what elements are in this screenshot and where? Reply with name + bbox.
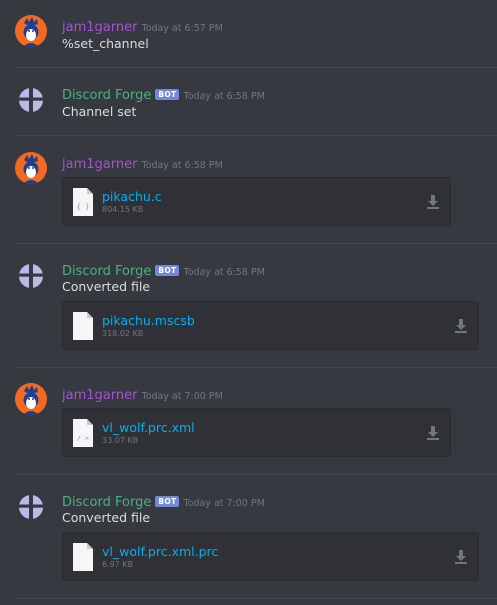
file-name-link[interactable]: pikachu.mscsb [102,313,195,328]
message-text: Converted file [62,510,151,525]
message-divider [14,243,497,244]
blank-file-icon [73,543,93,571]
timestamp: Today at 6:58 PM [141,160,223,171]
bot-badge: BOT [155,496,180,507]
timestamp: Today at 6:57 PM [141,23,223,34]
file-attachment[interactable]: / > vl_wolf.prc.xml 33.07 KB [62,408,451,457]
timestamp: Today at 7:00 PM [141,391,223,402]
blank-file-icon [73,312,93,340]
file-attachment[interactable]: { } pikachu.c 804.15 KB [62,177,451,226]
username[interactable]: Discord Forge [62,88,151,103]
file-name-link[interactable]: vl_wolf.prc.xml [102,420,195,435]
message-text: Channel set [62,104,137,119]
download-icon[interactable] [426,194,440,210]
download-icon[interactable] [426,425,440,441]
timestamp: Today at 6:58 PM [183,91,265,102]
bot-avatar[interactable] [15,84,47,116]
timestamp: Today at 6:58 PM [183,267,265,278]
code-braces-file-icon: { } [73,188,93,216]
user-avatar[interactable] [15,15,47,47]
file-attachment[interactable]: pikachu.mscsb 318.02 KB [62,301,479,350]
file-size: 318.02 KB [102,329,144,338]
message-divider [14,367,497,368]
username[interactable]: Discord Forge [62,495,151,510]
timestamp: Today at 7:00 PM [183,498,265,509]
svg-text:{ }: { } [77,203,90,211]
file-name-link[interactable]: pikachu.c [102,189,162,204]
file-size: 6.97 KB [102,560,134,569]
message-divider [14,67,497,68]
file-size: 804.15 KB [102,205,144,214]
username[interactable]: Discord Forge [62,264,151,279]
markup-file-icon: / > [73,419,93,447]
message-text: %set_channel [62,36,149,51]
username[interactable]: jam1garner [62,157,137,172]
file-name-link[interactable]: vl_wolf.prc.xml.prc [102,544,218,559]
bot-avatar[interactable] [15,491,47,523]
svg-text:/ >: / > [77,434,89,442]
username[interactable]: jam1garner [62,20,137,35]
message-divider [14,598,497,599]
bot-badge: BOT [155,89,180,100]
bot-avatar[interactable] [15,260,47,292]
download-icon[interactable] [454,549,468,565]
username[interactable]: jam1garner [62,388,137,403]
bot-badge: BOT [155,265,180,276]
file-size: 33.07 KB [102,436,139,445]
download-icon[interactable] [454,318,468,334]
user-avatar[interactable] [15,152,47,184]
message-divider [14,135,497,136]
message-text: Converted file [62,279,151,294]
message-divider [14,474,497,475]
user-avatar[interactable] [15,383,47,415]
file-attachment[interactable]: vl_wolf.prc.xml.prc 6.97 KB [62,532,479,581]
